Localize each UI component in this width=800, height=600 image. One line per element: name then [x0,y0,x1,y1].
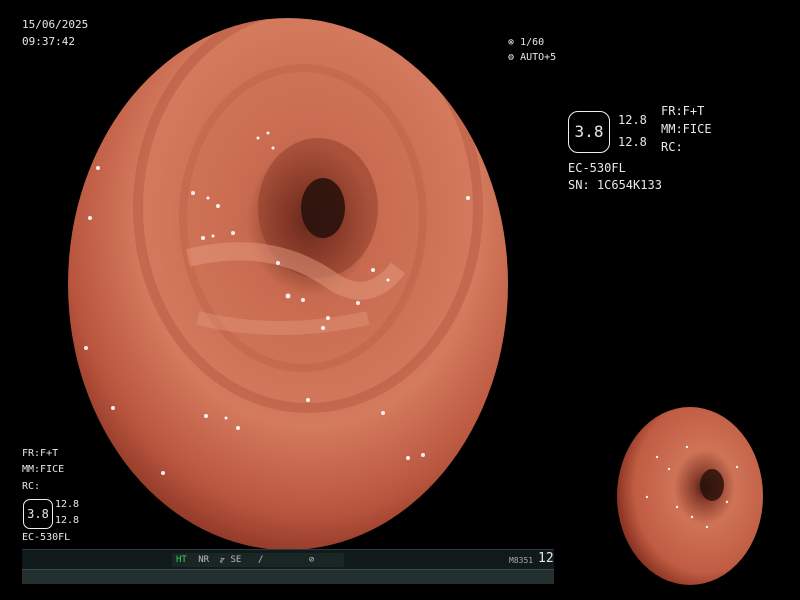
shutter-indicator: ⊗ 1/60 [508,36,544,49]
pip-tissue-image [617,407,763,585]
scope-serial: SN: 1C654K133 [568,178,662,192]
main-endoscope-view [68,18,508,550]
mode-chip: ∕ ⊘ [254,553,344,567]
scope-model: EC-530FL [568,161,626,175]
left-value-top: 12.8 [55,499,80,510]
fr-label: FR:F+T [661,104,705,118]
mm-label: MM:FICE [661,122,712,136]
slash-icon: ∕ [258,555,264,565]
left-scope-model: EC-530FL [22,532,71,543]
left-value-bottom: 12.8 [55,515,80,526]
ht-label: HT [176,555,187,565]
gear-icon: ⚙ [508,52,515,63]
circle-icon: ⊗ [508,37,515,48]
no-entry-icon: ⊘ [308,555,315,565]
date-label: 15/06/2025 [22,18,89,31]
status-bar: HT NR ⦫ SE ∕ ⊘ M8351 12 [22,549,554,570]
status-code: M8351 [509,556,534,565]
left-mm-label: MM:FICE [22,464,65,475]
status-number: 12 [538,551,554,566]
left-scope-value: 3.8 [27,507,49,521]
value-bottom: 12.8 [618,135,647,149]
time-label: 09:37:42 [22,35,75,48]
se-label: SE [230,555,242,565]
main-tissue-image [68,18,508,550]
left-scope-value-badge: 3.8 [23,499,53,529]
se-chip: ⦫ SE [216,553,258,567]
left-fr-label: FR:F+T [22,448,59,459]
ht-nr-chip: HT NR [172,553,220,567]
left-rc-label: RC: [22,481,41,492]
scope-value: 3.8 [574,122,604,141]
scope-value-badge: 3.8 [568,111,610,153]
pip-endoscope-view [617,407,763,585]
auto-value: AUTO+5 [520,52,557,63]
nr-label: NR [198,555,210,565]
shutter-value: 1/60 [520,37,545,48]
value-top: 12.8 [618,113,647,127]
se-icon: ⦫ [220,555,226,565]
status-bar-lower [22,569,554,584]
auto-indicator: ⚙ AUTO+5 [508,51,556,64]
rc-label: RC: [661,140,683,154]
